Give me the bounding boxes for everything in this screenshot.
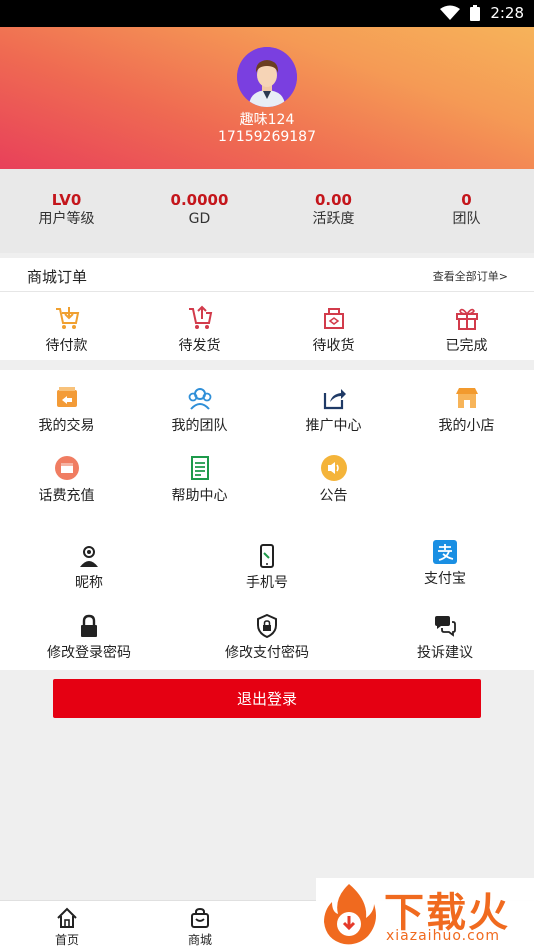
order-completed[interactable]: 已完成 [400, 304, 533, 355]
order-pending-receipt[interactable]: 待收货 [267, 304, 400, 355]
avatar[interactable] [237, 47, 297, 107]
setting-label: 投诉建议 [417, 645, 473, 661]
watermark-url: xiazaihuo.com [386, 928, 500, 944]
package-icon [323, 308, 344, 329]
lock-icon [81, 614, 97, 637]
bag-icon [191, 907, 209, 928]
stat-value: LV0 [51, 191, 82, 209]
menu-label: 我的小店 [438, 418, 495, 434]
avatar-icon [237, 47, 297, 107]
setting-phone[interactable]: 手机号 [178, 544, 356, 592]
logout-button[interactable]: 退出登录 [53, 679, 481, 718]
order-label: 待收货 [312, 338, 355, 354]
setting-nickname[interactable]: 昵称 [0, 544, 178, 592]
tab-home[interactable]: 首页 [37, 907, 97, 948]
order-label: 待发货 [178, 338, 221, 354]
stat-team[interactable]: 0 团队 [400, 191, 533, 229]
nickname-icon [80, 546, 98, 567]
orders-row: 待付款 待发货 待收货 已完成 [0, 292, 534, 360]
menu-announcement[interactable]: 公告 [267, 454, 400, 505]
chat-icon [435, 616, 456, 637]
user-name: 趣味124 [239, 112, 295, 128]
setting-complaints-suggestions[interactable]: 投诉建议 [356, 614, 534, 662]
menu-label: 公告 [319, 488, 348, 504]
setting-change-login-password[interactable]: 修改登录密码 [0, 614, 178, 662]
menu-my-shop[interactable]: 我的小店 [400, 384, 533, 435]
order-label: 待付款 [45, 338, 88, 354]
stat-label: 活跃度 [312, 211, 355, 227]
share-icon [323, 389, 346, 410]
orders-header: 商城订单 查看全部订单> [0, 258, 534, 292]
cart-upload-icon [188, 305, 212, 329]
home-icon [57, 907, 77, 928]
stat-label: 团队 [452, 211, 481, 227]
user-phone: 17159269187 [218, 129, 316, 145]
watermark: 下载火 xiazaihuo.com [316, 878, 534, 949]
help-icon [190, 456, 209, 480]
orders-title: 商城订单 [27, 268, 88, 286]
stat-gd[interactable]: 0.0000 GD [133, 191, 266, 229]
setting-label: 手机号 [246, 575, 288, 591]
order-pending-payment[interactable]: 待付款 [0, 304, 133, 355]
setting-label: 昵称 [75, 575, 103, 591]
trade-icon [56, 387, 77, 407]
phone-icon [260, 544, 274, 568]
order-label: 已完成 [445, 338, 488, 354]
stat-value: 0.00 [314, 191, 352, 209]
settings-grid: 昵称 手机号 支付宝 修改登录密码 修改支付密码 投诉建议 [0, 516, 534, 670]
order-pending-shipment[interactable]: 待发货 [133, 304, 266, 355]
shop-icon [455, 388, 478, 408]
gift-icon [455, 308, 478, 330]
tab-mall[interactable]: 商城 [170, 907, 230, 948]
alipay-icon [433, 540, 457, 564]
shield-lock-icon [257, 614, 277, 638]
wifi-icon [440, 5, 461, 20]
stat-level[interactable]: LV0 用户等级 [0, 191, 133, 229]
announcement-icon [320, 455, 347, 481]
menu-label: 推广中心 [305, 418, 362, 434]
stats-panel: LV0 用户等级 0.0000 GD 0.00 活跃度 0 团队 [0, 169, 534, 253]
status-time: 2:28 [490, 4, 524, 22]
status-bar: 2:28 [0, 0, 534, 27]
menu-help-center[interactable]: 帮助中心 [133, 454, 266, 505]
cart-download-icon [55, 307, 79, 329]
stat-value: 0 [461, 191, 472, 209]
setting-label: 支付宝 [424, 571, 466, 587]
menu-label: 我的交易 [38, 418, 95, 434]
menu-label: 帮助中心 [171, 488, 228, 504]
menu-label: 话费充值 [38, 488, 95, 504]
menu-phone-recharge[interactable]: 话费充值 [0, 454, 133, 505]
flame-logo-icon [324, 884, 376, 945]
menu-label: 我的团队 [171, 418, 228, 434]
menu-promotion-center[interactable]: 推广中心 [267, 384, 400, 435]
feature-menu: 我的交易 我的团队 推广中心 我的小店 话费充值 帮助中心 公告 [0, 370, 534, 516]
menu-my-team[interactable]: 我的团队 [133, 384, 266, 435]
team-icon [188, 388, 211, 410]
setting-label: 修改支付密码 [225, 645, 309, 661]
view-all-orders-link[interactable]: 查看全部订单> [433, 268, 508, 284]
setting-change-payment-password[interactable]: 修改支付密码 [178, 614, 356, 662]
battery-icon [470, 5, 481, 21]
recharge-icon [54, 456, 79, 480]
stat-label: 用户等级 [38, 211, 95, 227]
setting-alipay[interactable]: 支付宝 [356, 540, 534, 588]
setting-label: 修改登录密码 [47, 645, 131, 661]
profile-header: 趣味124 17159269187 [0, 27, 534, 169]
tab-label: 首页 [54, 933, 79, 947]
stat-value: 0.0000 [170, 191, 229, 209]
stat-label: GD [188, 211, 211, 227]
stat-activity[interactable]: 0.00 活跃度 [267, 191, 400, 229]
tab-label: 商城 [187, 933, 212, 947]
menu-my-trades[interactable]: 我的交易 [0, 384, 133, 435]
